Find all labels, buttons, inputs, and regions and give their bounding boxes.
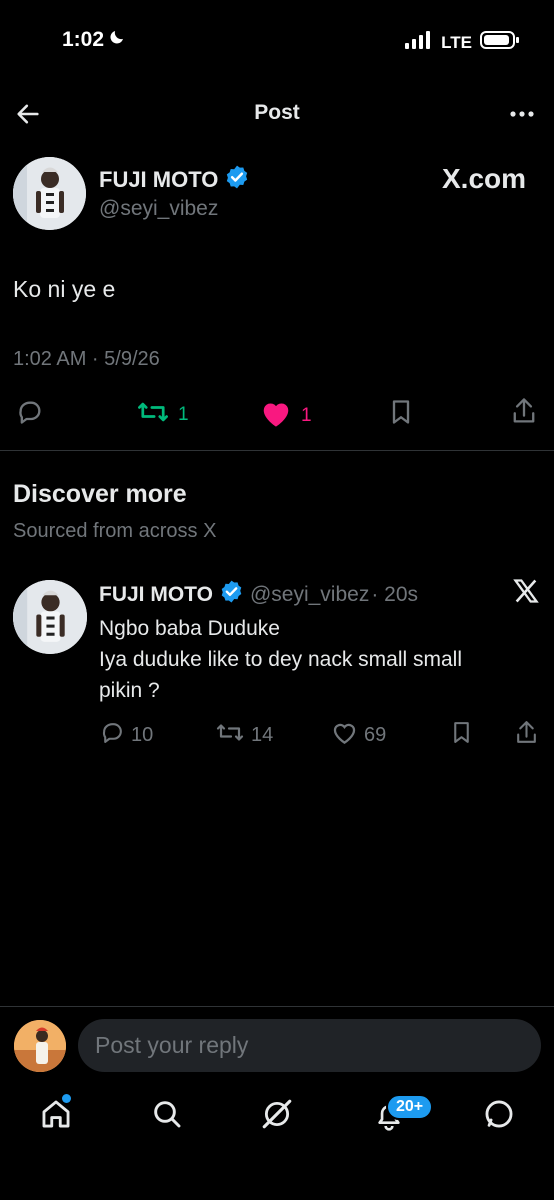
divider — [0, 1006, 554, 1007]
discover-text-line: Ngbo baba Duduke — [99, 617, 280, 640]
share-icon — [514, 719, 539, 752]
discover-subtitle: Sourced from across X — [13, 520, 217, 542]
heart-outline-icon — [331, 720, 358, 751]
reply-icon — [16, 398, 44, 432]
discover-reply-button[interactable]: 10 — [100, 720, 153, 751]
author-avatar[interactable] — [13, 157, 86, 230]
repost-icon — [215, 720, 245, 751]
grok-icon — [260, 1097, 294, 1136]
verified-badge-icon — [224, 164, 250, 195]
status-time-text: 1:02 — [62, 28, 105, 51]
signal-icon — [405, 31, 433, 54]
discover-repost-button[interactable]: 14 — [215, 720, 273, 751]
bookmark-icon — [387, 398, 415, 432]
discover-text-line: Iya duduke like to dey nack small small — [99, 648, 462, 671]
share-icon — [510, 396, 538, 432]
discover-author-name[interactable]: FUJI MOTO — [99, 583, 213, 607]
network-label: LTE — [441, 32, 472, 52]
discover-title: Discover more — [13, 480, 187, 508]
discover-header-row: FUJI MOTO @seyi_vibez · 20s — [99, 579, 418, 610]
reply-input[interactable]: Post your reply — [78, 1019, 541, 1072]
reply-icon — [100, 720, 125, 751]
repost-icon — [136, 398, 170, 432]
divider — [0, 450, 554, 451]
verified-badge-icon — [219, 579, 244, 610]
reply-button[interactable] — [16, 398, 44, 432]
nav-messages[interactable] — [479, 1096, 519, 1136]
author-name-row: FUJI MOTO — [99, 164, 250, 195]
moon-icon — [108, 28, 126, 52]
nav-search[interactable] — [147, 1096, 187, 1136]
my-avatar[interactable] — [14, 1020, 66, 1072]
discover-bookmark-button[interactable] — [449, 720, 474, 751]
like-count: 69 — [364, 724, 387, 746]
like-button[interactable]: 1 — [259, 398, 312, 434]
status-indicators: LTE — [405, 30, 520, 55]
page-title: Post — [254, 101, 300, 124]
discover-author-handle[interactable]: @seyi_vibez — [250, 583, 369, 607]
discover-like-button[interactable]: 69 — [331, 720, 386, 751]
reply-count: 10 — [131, 724, 154, 746]
post-timestamp[interactable]: 1:02 AM · 5/9/26 — [13, 348, 160, 371]
like-count: 1 — [301, 405, 312, 426]
discover-post-text[interactable]: Ngbo baba Duduke Iya duduke like to dey … — [99, 613, 462, 706]
discover-author-avatar[interactable] — [13, 580, 87, 654]
source-label[interactable]: X.com — [442, 163, 526, 195]
repost-count: 1 — [178, 404, 189, 425]
nav-home[interactable] — [36, 1096, 76, 1136]
author-handle[interactable]: @seyi_vibez — [99, 197, 218, 221]
post-text: Ko ni ye e — [13, 276, 116, 302]
more-horizontal-icon — [508, 111, 536, 130]
avatar-image — [13, 580, 87, 654]
notification-badge: 20+ — [386, 1094, 434, 1120]
search-icon — [151, 1098, 183, 1135]
discover-text-line: pikin ? — [99, 679, 160, 702]
message-icon — [482, 1097, 516, 1136]
avatar-image — [13, 157, 86, 230]
discover-share-button[interactable] — [514, 719, 539, 752]
share-button[interactable] — [510, 396, 538, 432]
heart-filled-icon — [259, 398, 293, 434]
home-unread-dot — [62, 1094, 71, 1103]
more-options-button[interactable] — [508, 102, 536, 126]
x-logo-icon — [512, 577, 540, 610]
battery-icon — [480, 30, 520, 55]
nav-grok[interactable] — [257, 1096, 297, 1136]
bookmark-button[interactable] — [387, 398, 415, 432]
my-avatar-image — [14, 1020, 66, 1072]
repost-count: 14 — [251, 724, 274, 746]
author-name[interactable]: FUJI MOTO — [99, 167, 218, 193]
reply-placeholder: Post your reply — [95, 1032, 249, 1058]
discover-post-time: · 20s — [371, 582, 419, 606]
status-time: 1:02 — [62, 28, 126, 52]
repost-button[interactable]: 1 — [136, 398, 189, 432]
bookmark-icon — [449, 720, 474, 751]
